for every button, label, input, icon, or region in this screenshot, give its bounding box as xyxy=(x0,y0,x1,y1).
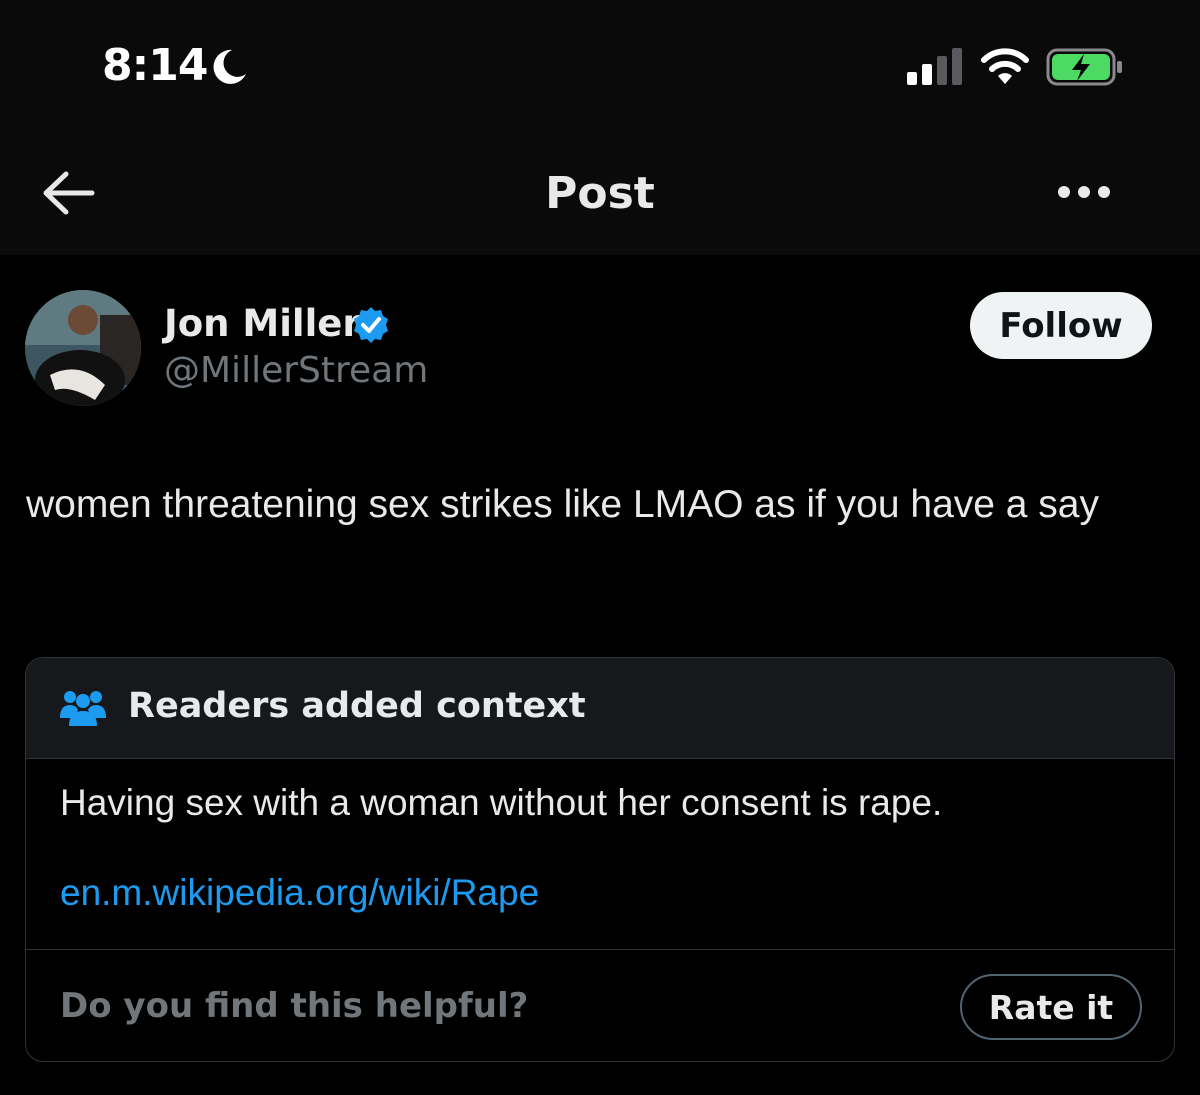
post-text: women threatening sex strikes like LMAO … xyxy=(26,483,1099,526)
wifi-icon xyxy=(980,46,1030,90)
moon-icon xyxy=(208,46,250,92)
community-note-header: Readers added context xyxy=(26,658,1174,759)
avatar[interactable] xyxy=(25,290,141,406)
author-handle[interactable]: @MillerStream xyxy=(164,350,428,391)
follow-button[interactable]: Follow xyxy=(970,292,1152,359)
helpful-prompt: Do you find this helpful? xyxy=(60,986,529,1026)
battery-charging-icon xyxy=(1046,48,1124,92)
verified-badge-icon xyxy=(352,306,390,348)
page-title: Post xyxy=(545,168,655,219)
community-note-title: Readers added context xyxy=(128,686,586,726)
rate-it-button[interactable]: Rate it xyxy=(960,974,1142,1040)
more-horizontal-icon[interactable] xyxy=(1056,182,1112,206)
status-bar: 8:14 xyxy=(0,0,1200,130)
community-note-link[interactable]: en.m.wikipedia.org/wiki/Rape xyxy=(60,872,539,914)
cellular-signal-icon xyxy=(907,48,965,90)
community-note-card: Readers added context Having sex with a … xyxy=(25,657,1175,1062)
author-name[interactable]: Jon Miller xyxy=(164,302,361,345)
status-time: 8:14 xyxy=(102,40,208,91)
community-note-body: Having sex with a woman without her cons… xyxy=(60,782,943,823)
people-icon xyxy=(60,688,106,732)
top-navigation-bar: Post xyxy=(0,130,1200,255)
divider xyxy=(26,949,1174,950)
